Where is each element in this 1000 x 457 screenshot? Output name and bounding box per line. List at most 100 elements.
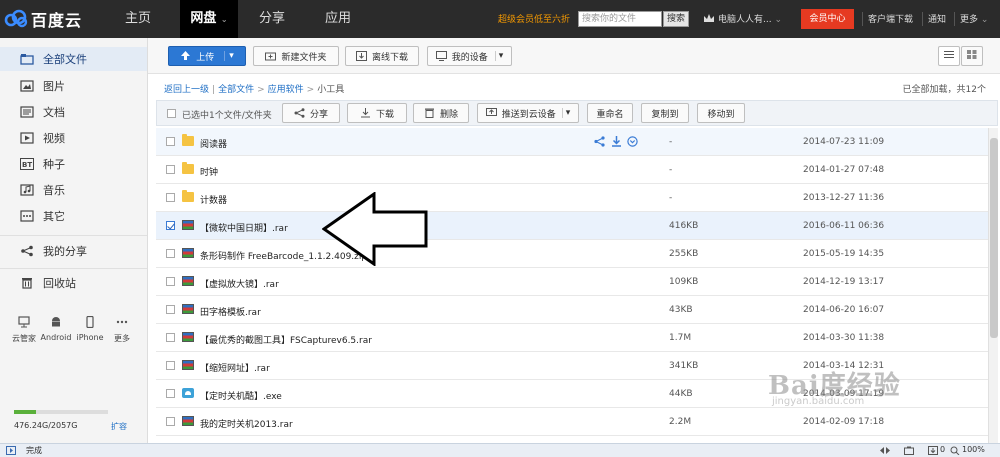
push-to-device-button[interactable]: 推送到云设备 ▾ bbox=[477, 103, 579, 123]
file-name[interactable]: 田字格模板.rar bbox=[200, 305, 261, 318]
upload-button[interactable]: 上传 ▾ bbox=[168, 46, 246, 66]
sidebar-item-documents[interactable]: 文档 bbox=[0, 100, 147, 124]
row-checkbox[interactable] bbox=[166, 277, 175, 286]
arrows-icon[interactable] bbox=[880, 446, 890, 455]
file-name[interactable]: 时钟 bbox=[200, 165, 218, 178]
row-checkbox[interactable] bbox=[166, 417, 175, 426]
move-to-button[interactable]: 移动到 bbox=[697, 103, 745, 123]
file-name[interactable]: 【虚拟放大镜】.rar bbox=[200, 277, 279, 290]
nav-netdisk[interactable]: 网盘 ⌄ bbox=[180, 0, 238, 38]
share-button[interactable]: 分享 bbox=[282, 103, 340, 123]
cloud-logo-icon bbox=[4, 9, 28, 29]
sidebar-item-images[interactable]: 图片 bbox=[0, 74, 147, 98]
trash-icon bbox=[424, 108, 435, 118]
more-options-icon[interactable] bbox=[627, 136, 638, 150]
nav-share[interactable]: 分享 bbox=[246, 0, 298, 38]
device-more[interactable]: 更多 bbox=[106, 316, 138, 344]
sidebar-item-recycle-bin[interactable]: 回收站 bbox=[0, 271, 147, 295]
device-iphone[interactable]: iPhone bbox=[74, 315, 106, 342]
promo-link[interactable]: 超级会员低至六折 bbox=[498, 12, 570, 25]
notification-link[interactable]: 通知 bbox=[928, 12, 946, 25]
grid-view-button[interactable] bbox=[961, 46, 983, 66]
sidebar-item-my-share[interactable]: 我的分享 bbox=[0, 239, 147, 263]
more-icon bbox=[20, 210, 34, 222]
nav-home[interactable]: 主页 bbox=[110, 0, 166, 38]
share-icon[interactable] bbox=[594, 136, 605, 150]
file-date: 2014-12-19 13:17 bbox=[803, 277, 885, 287]
chevron-down-icon: ▾ bbox=[494, 51, 503, 61]
device-label: 云管家 bbox=[12, 334, 36, 343]
file-row[interactable]: 条形码制作 FreeBarcode_1.1.2.409.zip 255KB 20… bbox=[156, 240, 988, 268]
file-row[interactable]: 田字格模板.rar 43KB 2014-06-20 16:07 bbox=[156, 296, 988, 324]
file-date: 2014-01-27 07:48 bbox=[803, 165, 885, 175]
file-name[interactable]: 【缩短网址】.rar bbox=[200, 361, 270, 374]
row-checkbox[interactable] bbox=[166, 193, 175, 202]
sidebar-item-videos[interactable]: 视频 bbox=[0, 126, 147, 150]
chevron-down-icon: ▾ bbox=[224, 51, 234, 61]
file-row[interactable]: 计数器 - 2013-12-27 11:36 bbox=[156, 184, 988, 212]
file-name[interactable]: 计数器 bbox=[200, 193, 227, 206]
row-checkbox[interactable] bbox=[166, 165, 175, 174]
breadcrumb-item[interactable]: 应用软件 bbox=[268, 85, 304, 95]
breadcrumb-back-link[interactable]: 返回上一级 bbox=[164, 85, 209, 95]
more-menu[interactable]: 更多 ⌄ bbox=[960, 12, 988, 25]
file-name[interactable]: 【微软中国日期】.rar bbox=[200, 221, 288, 234]
file-name[interactable]: 【最优秀的截图工具】FSCapturev6.5.rar bbox=[200, 333, 372, 346]
device-cloud-manager[interactable]: 云管家 bbox=[8, 316, 40, 344]
storage-quota-fill bbox=[14, 410, 36, 414]
client-download-link[interactable]: 客户端下载 bbox=[868, 12, 913, 25]
row-checkbox[interactable] bbox=[166, 249, 175, 258]
file-date: 2014-07-23 11:09 bbox=[803, 137, 885, 147]
new-folder-button[interactable]: 新建文件夹 bbox=[253, 46, 339, 66]
baidu-cloud-logo[interactable]: 百度云 bbox=[4, 6, 82, 32]
row-checkbox[interactable] bbox=[166, 137, 175, 146]
row-checkbox[interactable] bbox=[166, 361, 175, 370]
my-devices-button[interactable]: 我的设备 ▾ bbox=[427, 46, 512, 66]
search-button[interactable]: 搜索 bbox=[663, 11, 689, 27]
vertical-scrollbar[interactable] bbox=[988, 128, 998, 443]
selection-action-bar: 已选中1个文件/文件夹 分享 下载 删除 推送到云设备 ▾ 重命名 复制到 移动… bbox=[156, 100, 998, 126]
rename-button[interactable]: 重命名 bbox=[587, 103, 633, 123]
file-row[interactable]: 【微软中国日期】.rar 416KB 2016-06-11 06:36 bbox=[156, 212, 988, 240]
screenshot-icon[interactable] bbox=[904, 446, 914, 455]
row-checkbox[interactable] bbox=[166, 389, 175, 398]
file-name[interactable]: 阅读器 bbox=[200, 137, 227, 150]
sidebar-item-all-files[interactable]: 全部文件 bbox=[0, 47, 147, 71]
list-view-button[interactable] bbox=[938, 46, 960, 66]
file-row[interactable]: 时钟 - 2014-01-27 07:48 bbox=[156, 156, 988, 184]
copy-to-button[interactable]: 复制到 bbox=[641, 103, 689, 123]
offline-download-button[interactable]: 离线下载 bbox=[345, 46, 419, 66]
zoom-icon[interactable] bbox=[950, 446, 960, 456]
sidebar-item-music[interactable]: 音乐 bbox=[0, 178, 147, 202]
file-size: 416KB bbox=[669, 221, 699, 231]
zoom-level[interactable]: 100% bbox=[962, 445, 985, 454]
file-name[interactable]: 【定时关机酷】.exe bbox=[200, 389, 282, 402]
row-checkbox[interactable] bbox=[166, 221, 175, 230]
vip-center-button[interactable]: 会员中心 bbox=[801, 9, 854, 29]
sidebar-item-torrents[interactable]: BT 种子 bbox=[0, 152, 147, 176]
expand-storage-link[interactable]: 扩容 bbox=[111, 421, 127, 432]
image-icon bbox=[20, 80, 34, 92]
row-checkbox[interactable] bbox=[166, 333, 175, 342]
file-row[interactable]: 阅读器 - 2014-07-23 11:09 bbox=[156, 128, 988, 156]
sidebar-toggle-icon[interactable] bbox=[6, 446, 16, 455]
file-row[interactable]: 我的定时关机2013.rar 2.2M 2014-02-09 17:18 bbox=[156, 408, 988, 436]
file-row[interactable]: 【虚拟放大镜】.rar 109KB 2014-12-19 13:17 bbox=[156, 268, 988, 296]
row-checkbox[interactable] bbox=[166, 305, 175, 314]
file-row[interactable]: 【最优秀的截图工具】FSCapturev6.5.rar 1.7M 2014-03… bbox=[156, 324, 988, 352]
select-all-checkbox[interactable] bbox=[167, 109, 176, 118]
device-list: 云管家 Android iPhone 更多 bbox=[8, 315, 138, 356]
download-icon[interactable] bbox=[611, 136, 622, 150]
device-android[interactable]: Android bbox=[40, 316, 72, 342]
delete-button[interactable]: 删除 bbox=[413, 103, 469, 123]
download-manager-icon[interactable] bbox=[928, 446, 938, 455]
file-name[interactable]: 我的定时关机2013.rar bbox=[200, 417, 293, 430]
search-input[interactable]: 搜索你的文件 bbox=[578, 11, 662, 27]
breadcrumb-item[interactable]: 全部文件 bbox=[218, 85, 254, 95]
download-button[interactable]: 下载 bbox=[347, 103, 407, 123]
nav-apps[interactable]: 应用 bbox=[310, 0, 366, 38]
sidebar-item-other[interactable]: 其它 bbox=[0, 204, 147, 228]
new-folder-icon bbox=[265, 51, 277, 61]
user-menu[interactable]: 电脑人人有... ⌄ bbox=[718, 12, 782, 25]
scrollbar-thumb[interactable] bbox=[990, 138, 998, 338]
